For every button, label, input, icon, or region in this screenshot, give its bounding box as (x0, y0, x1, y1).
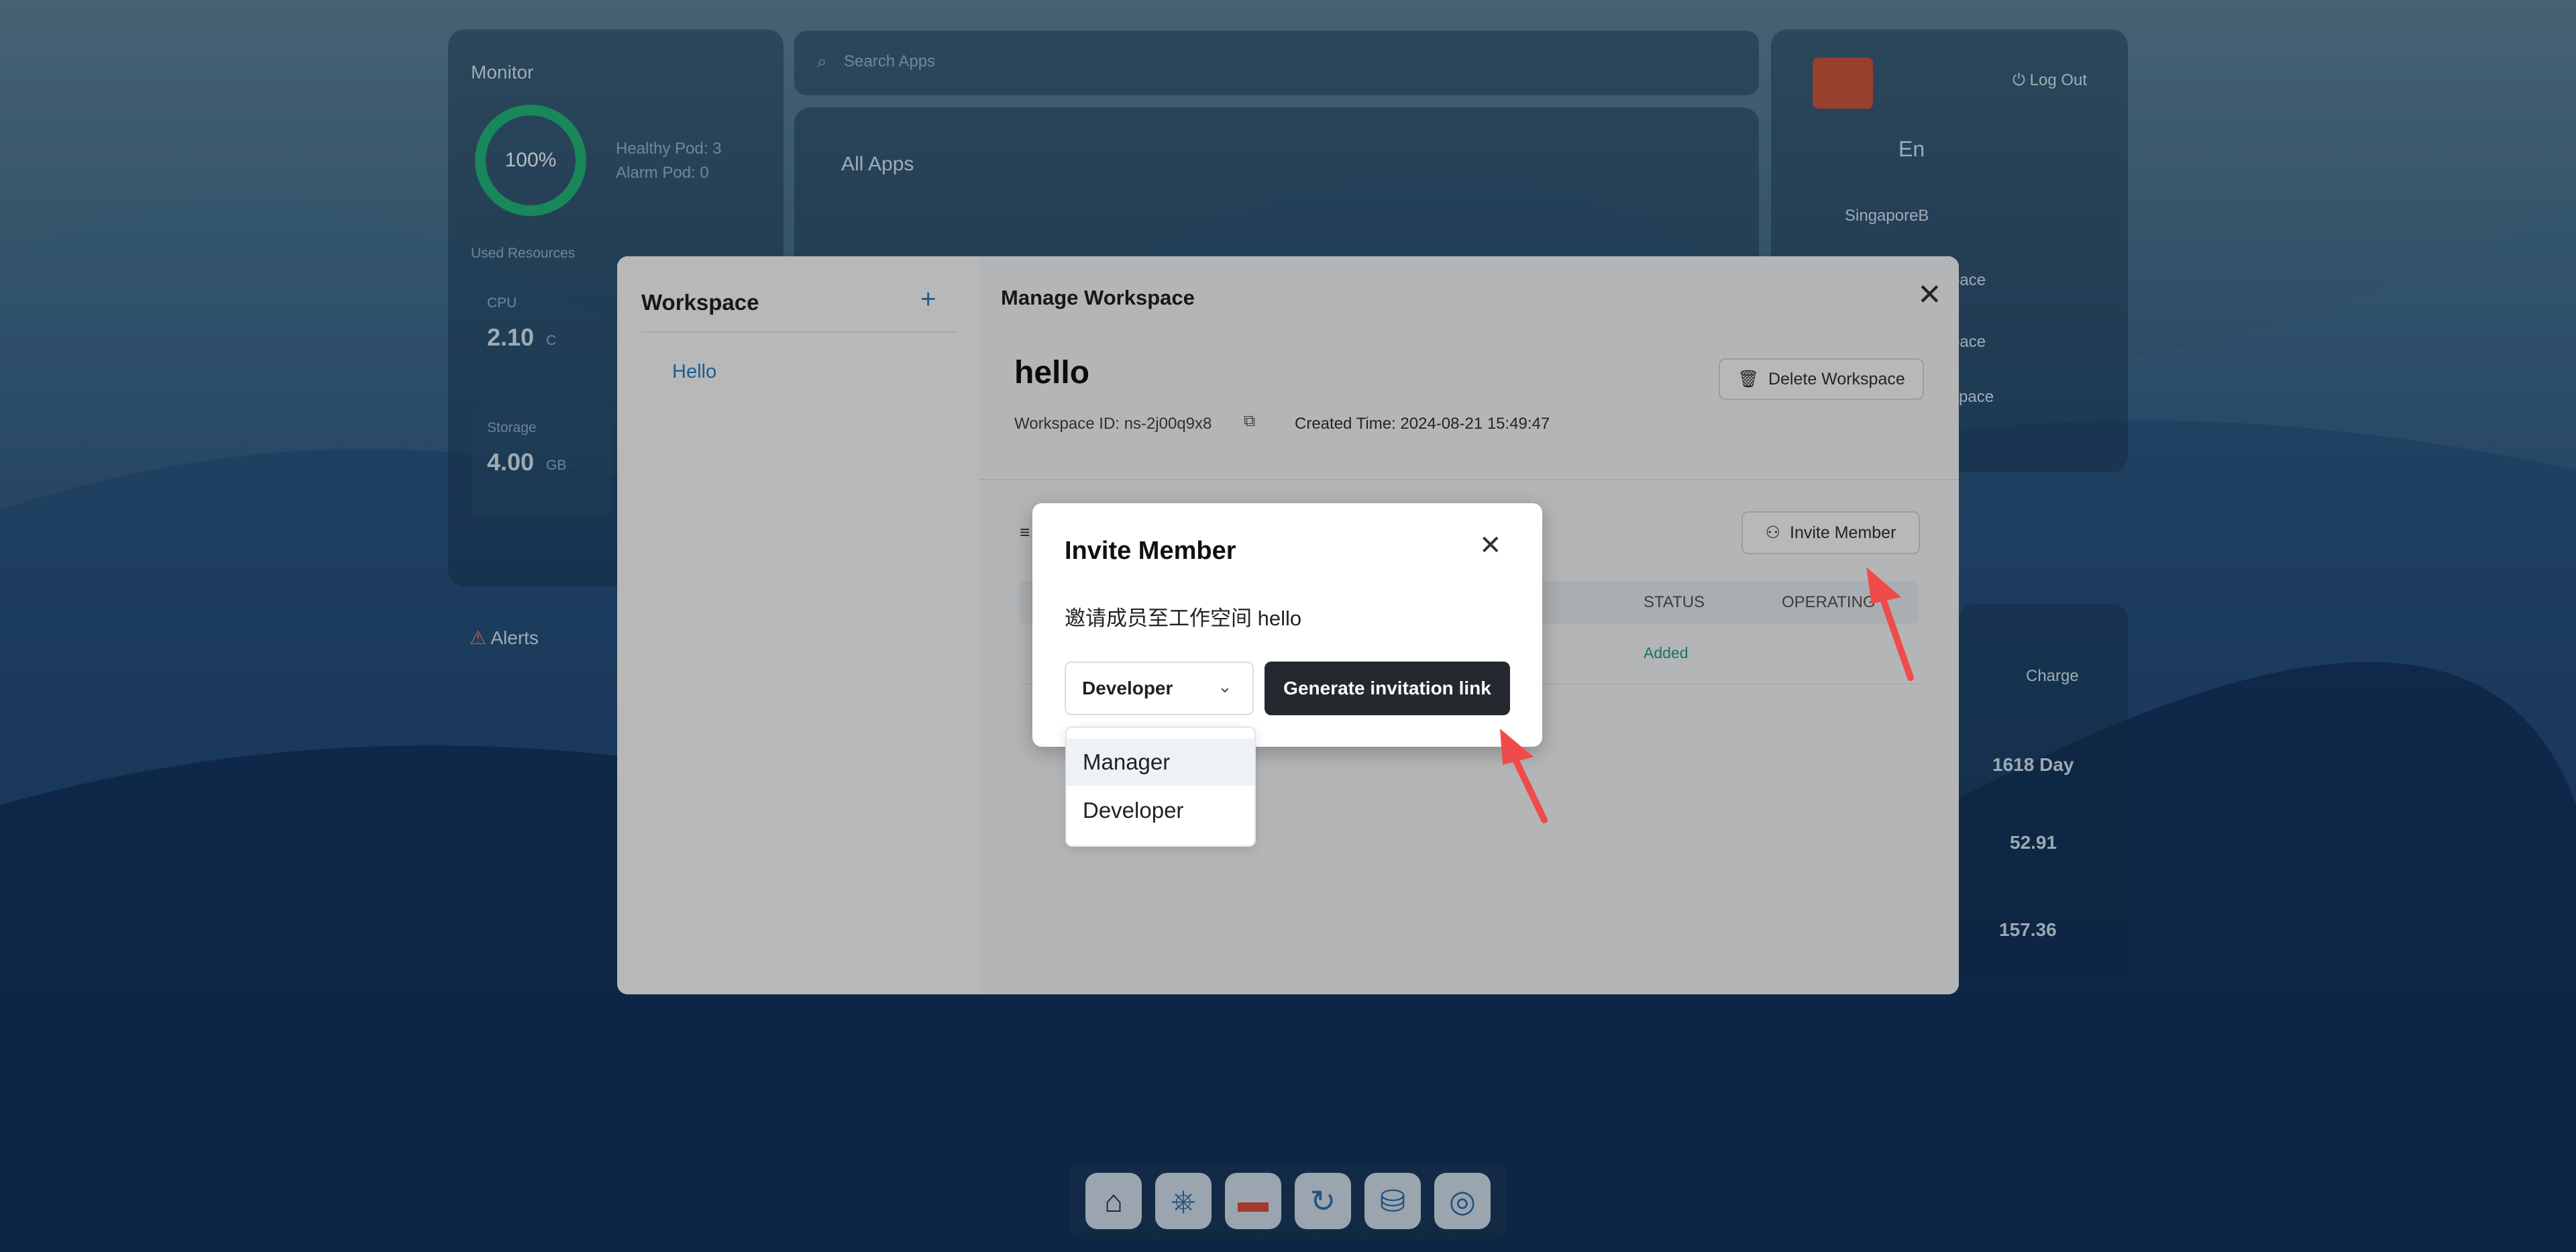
arrow-to-invite-button (1866, 567, 1914, 681)
annotation-arrows (1500, 567, 1914, 823)
arrow-to-generate-button (1500, 729, 1548, 823)
